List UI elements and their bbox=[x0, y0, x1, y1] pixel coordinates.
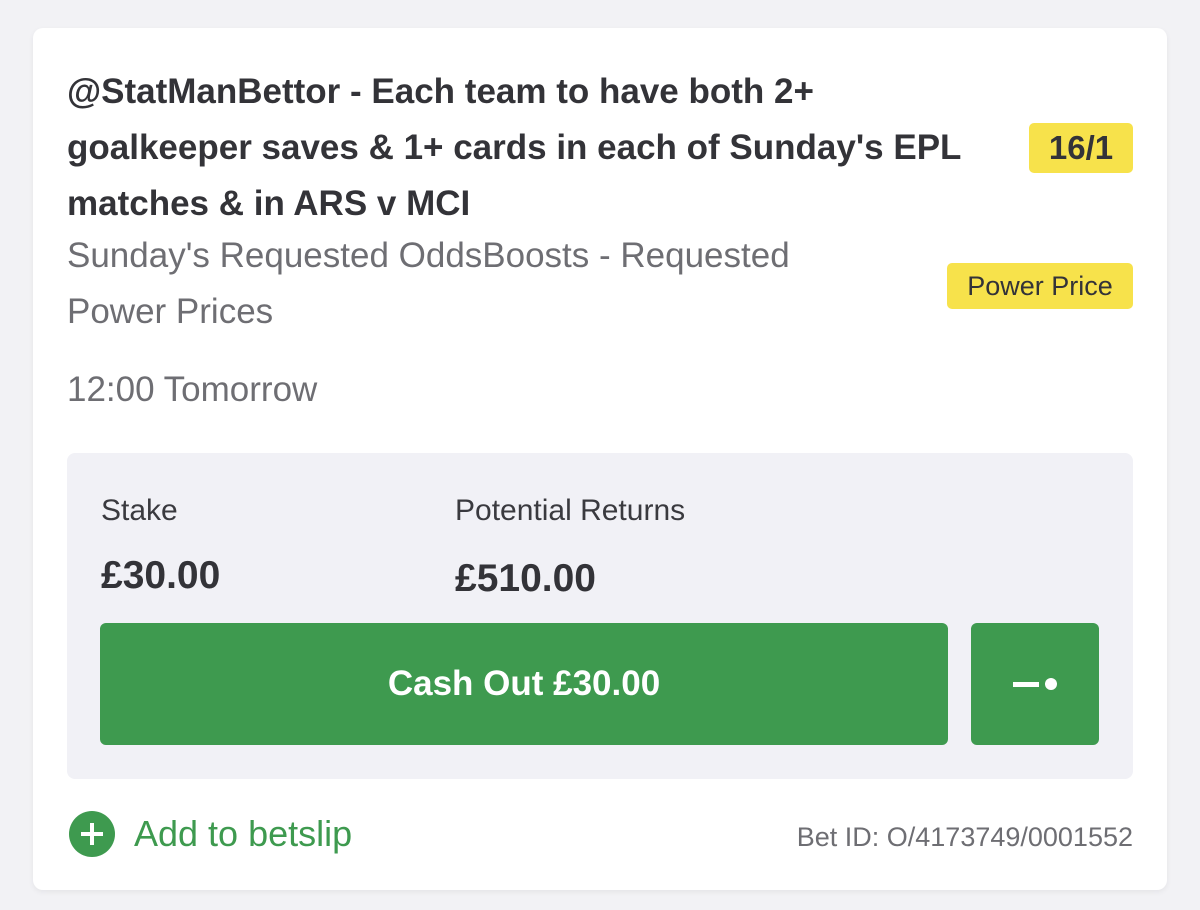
event-time: 12:00 Tomorrow bbox=[67, 370, 318, 409]
potential-returns-label: Potential Returns bbox=[455, 494, 686, 527]
odds-badge: 16/1 bbox=[1029, 123, 1133, 173]
add-to-betslip-button[interactable]: Add to betslip bbox=[69, 810, 352, 858]
market-name: Sunday's Requested OddsBoosts - Requeste… bbox=[67, 236, 790, 331]
slider-icon bbox=[1013, 676, 1061, 692]
stake-panel: Stake £30.00 Potential Returns £510.00 C… bbox=[67, 453, 1133, 779]
partial-cash-out-button[interactable] bbox=[971, 623, 1099, 745]
add-to-betslip-label: Add to betslip bbox=[134, 813, 353, 854]
bet-card: @StatManBettor - Each team to have both … bbox=[33, 28, 1167, 890]
cash-out-button[interactable]: Cash Out £30.00 bbox=[100, 623, 948, 745]
potential-returns-value: £510.00 bbox=[455, 557, 596, 600]
plus-circle-icon bbox=[69, 811, 115, 857]
stake-label: Stake bbox=[101, 494, 178, 527]
stake-value: £30.00 bbox=[101, 554, 221, 597]
power-price-badge: Power Price bbox=[947, 263, 1133, 309]
bet-id: Bet ID: O/4173749/0001552 bbox=[796, 822, 1133, 852]
bet-title: @StatManBettor - Each team to have both … bbox=[67, 72, 961, 223]
